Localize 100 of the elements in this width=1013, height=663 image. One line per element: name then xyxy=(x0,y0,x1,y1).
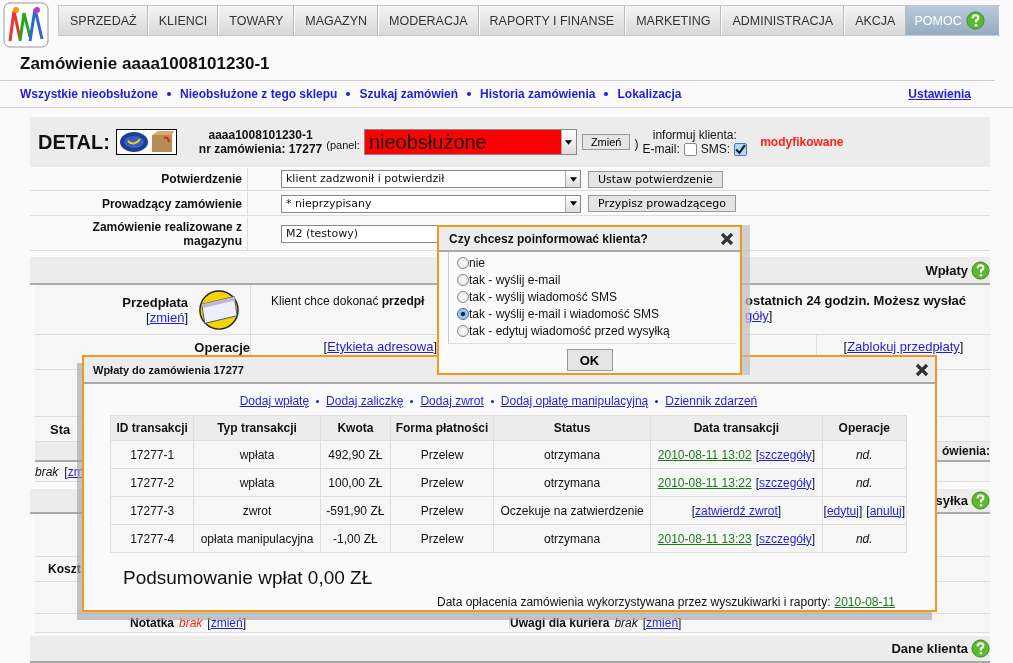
detail-label: DETAL: xyxy=(38,130,110,154)
column-header: ID transakcji xyxy=(110,415,194,441)
nav-menu-item[interactable]: ADMINISTRACJA xyxy=(721,6,845,35)
sms-label: SMS: xyxy=(700,142,731,156)
table-cell: Przelew xyxy=(390,524,494,553)
email-checkbox[interactable] xyxy=(683,142,697,156)
nav-menu-item[interactable]: MODERACJA xyxy=(378,6,479,35)
option-label: tak - edytuj wiadomość przed wysyłką xyxy=(469,323,670,338)
nav-link[interactable]: Lokalizacja xyxy=(617,87,682,101)
nav-menu-item[interactable]: TOWARY xyxy=(218,6,295,35)
table-cell: otrzymana xyxy=(493,524,651,553)
footer-text: Data opłacenia zamówienia wykorzystywana przez wyszukiwarki i raporty: xyxy=(437,595,831,609)
table-link[interactable]: [szczegóły] xyxy=(755,447,815,462)
table-link[interactable]: [szczegóły] xyxy=(755,531,815,546)
table-cell: wpłata xyxy=(193,440,321,469)
box-icon xyxy=(149,130,174,154)
prepayment-note: ostatnich 24 godzin. Możesz wysłać xyxy=(745,293,968,308)
table-cell: 17277-2 xyxy=(110,468,194,497)
ok-button[interactable]: OK xyxy=(566,349,613,371)
nav-menu-item[interactable]: SPRZEDAŻ xyxy=(59,6,148,35)
table-cell: 492,90 ZŁ xyxy=(320,440,391,469)
nav-menu-item[interactable]: KLIENCI xyxy=(147,6,219,35)
date-link[interactable]: 2010-08-11 xyxy=(834,595,895,609)
table-cell: 17277-1 xyxy=(110,440,194,469)
column-header: Data transakcji xyxy=(650,415,823,441)
table-cell: otrzymana xyxy=(493,440,651,469)
nav-link[interactable]: Szukaj zamówień xyxy=(359,87,459,101)
section-title: Wpłaty xyxy=(925,262,968,278)
column-header: Operacje xyxy=(822,415,907,441)
table-cell: Przelew xyxy=(390,468,494,497)
dropdown-arrow-icon xyxy=(569,176,577,182)
close-icon[interactable] xyxy=(720,231,734,246)
radio-button[interactable] xyxy=(457,307,469,320)
action-link[interactable]: Dodaj wpłatę xyxy=(239,394,310,408)
action-link[interactable]: Dziennik zdarzeń xyxy=(665,394,758,408)
table-cell-text: nd. xyxy=(855,447,873,462)
close-icon[interactable] xyxy=(915,362,929,377)
help-icon xyxy=(971,639,990,658)
help-icon xyxy=(965,11,985,30)
date-link[interactable]: 2010-08-11 13:23 xyxy=(657,531,752,546)
action-button[interactable]: Ustaw potwierdzenie xyxy=(588,170,723,188)
paren-text: ) xyxy=(634,137,639,151)
table-cell-text: nd. xyxy=(855,475,873,490)
nav-menu-item[interactable]: RAPORTY I FINANSE xyxy=(478,6,626,35)
inform-label: informuj klienta: xyxy=(652,128,737,142)
sms-checkbox[interactable] xyxy=(734,142,748,156)
table-link[interactable]: [edytuj] xyxy=(823,503,863,518)
dropdown[interactable]: klient zadzwonił i potwierdził xyxy=(281,170,581,188)
column-header: Typ transakcji xyxy=(193,415,321,441)
details-link[interactable]: góły] xyxy=(745,308,990,323)
table-cell: wpłata xyxy=(193,468,321,497)
table-cell: 17277-4 xyxy=(110,524,194,553)
action-link[interactable]: Dodaj opłatę manipulacyjną xyxy=(500,394,649,408)
modified-label: modyfikowane xyxy=(760,135,844,149)
table-cell: Oczekuje na zatwierdzenie xyxy=(493,496,651,525)
status-select[interactable]: nieobsłużone xyxy=(363,129,577,155)
table-cell: otrzymana xyxy=(493,468,651,497)
radio-button[interactable] xyxy=(457,290,469,303)
email-label: E-mail: xyxy=(642,142,680,156)
change-link[interactable]: [zmień] xyxy=(642,616,682,630)
action-link[interactable]: Dodaj zwrot xyxy=(420,394,484,408)
table-cell: Przelew xyxy=(390,496,494,525)
card-icon xyxy=(198,288,240,331)
field-label: Zamówienie realizowane z magazynu xyxy=(91,219,242,248)
radio-button[interactable] xyxy=(457,273,469,286)
table-cell: Przelew xyxy=(390,440,494,469)
action-link[interactable]: Dodaj zaliczkę xyxy=(326,394,404,408)
table-cell: opłata manipulacyjna xyxy=(193,524,321,553)
dropdown[interactable]: * nieprzypisany xyxy=(281,194,581,213)
nav-link[interactable]: Wszystkie nieobsłużone xyxy=(20,87,159,101)
option-label: tak - wyślij e-mail i wiadomość SMS xyxy=(469,306,660,321)
prepayment-text: Klient chce dokonać przedpł xyxy=(270,293,426,310)
help-icon xyxy=(971,260,990,280)
table-link[interactable]: [szczegóły] xyxy=(755,475,815,490)
nav-menu-item[interactable]: MARKETING xyxy=(625,6,722,35)
nav-link[interactable]: Historia zamówienia xyxy=(480,87,596,101)
date-link[interactable]: 2010-08-11 13:02 xyxy=(657,447,752,462)
nav-link[interactable]: Nieobsłużone z tego sklepu xyxy=(180,87,338,101)
radio-button[interactable] xyxy=(457,324,469,337)
note-label: Notatka xyxy=(130,616,174,630)
action-button[interactable]: Przypisz prowadzącego xyxy=(588,195,737,212)
date-link[interactable]: 2010-08-11 13:22 xyxy=(657,475,752,490)
settings-link[interactable]: Ustawienia xyxy=(908,87,971,101)
page-title: Zamówienie aaaa1008101230-1 xyxy=(0,50,995,81)
change-link[interactable]: [zmień] xyxy=(146,309,188,325)
note-value: brak xyxy=(179,616,203,630)
operations-label: Operacje xyxy=(194,340,250,355)
cost-label: Koszt xyxy=(47,562,81,576)
column-header: Forma płatności xyxy=(390,415,494,441)
radio-button[interactable] xyxy=(457,256,469,269)
payments-summary: Podsumowanie wpłat 0,00 ZŁ xyxy=(123,567,374,589)
status-label: Sta xyxy=(49,421,71,437)
order-code: aaaa1008101230-1 xyxy=(208,128,313,142)
table-cell: zwrot xyxy=(193,496,321,525)
nav-menu-item[interactable]: MAGAZYN xyxy=(294,6,379,35)
help-icon xyxy=(971,491,990,510)
table-cell: 100,00 ZŁ xyxy=(320,468,391,497)
table-link[interactable]: [anuluj] xyxy=(866,503,905,518)
change-button[interactable]: Zmień xyxy=(581,134,631,150)
change-link[interactable]: [zmień] xyxy=(207,616,247,630)
